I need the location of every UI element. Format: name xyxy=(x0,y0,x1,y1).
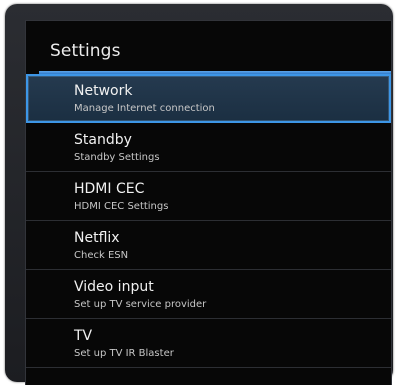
menu-item-video-input[interactable]: Video input Set up TV service provider xyxy=(26,270,391,319)
menu-item-hdmi-cec[interactable]: HDMI CEC HDMI CEC Settings xyxy=(26,172,391,221)
menu-item-subtitle: HDMI CEC Settings xyxy=(74,201,169,212)
menu-item-title: TV xyxy=(74,328,93,344)
menu-item-title: Video input xyxy=(74,279,154,295)
menu-item-subtitle: Standby Settings xyxy=(74,152,160,163)
settings-panel: Settings Network Manage Internet connect… xyxy=(25,20,392,385)
menu-item-title: Standby xyxy=(74,132,132,148)
menu-item-network[interactable]: Network Manage Internet connection xyxy=(26,74,391,123)
menu-item-netflix[interactable]: Netflix Check ESN xyxy=(26,221,391,270)
menu-item-subtitle: Set up TV service provider xyxy=(74,299,207,310)
page-title: Settings xyxy=(50,41,121,61)
menu-item-tv[interactable]: TV Set up TV IR Blaster xyxy=(26,319,391,368)
menu-item-title: Netflix xyxy=(74,230,120,246)
menu-item-subtitle: Check ESN xyxy=(74,250,129,261)
settings-window-frame: Settings Network Manage Internet connect… xyxy=(5,4,393,385)
menu-item-title: Network xyxy=(74,83,133,99)
menu-item-title: HDMI CEC xyxy=(74,181,145,197)
menu-item-subtitle: Set up TV IR Blaster xyxy=(74,348,174,359)
menu-item-standby[interactable]: Standby Standby Settings xyxy=(26,123,391,172)
settings-menu: Network Manage Internet connection Stand… xyxy=(26,74,391,368)
menu-item-subtitle: Manage Internet connection xyxy=(74,103,215,114)
